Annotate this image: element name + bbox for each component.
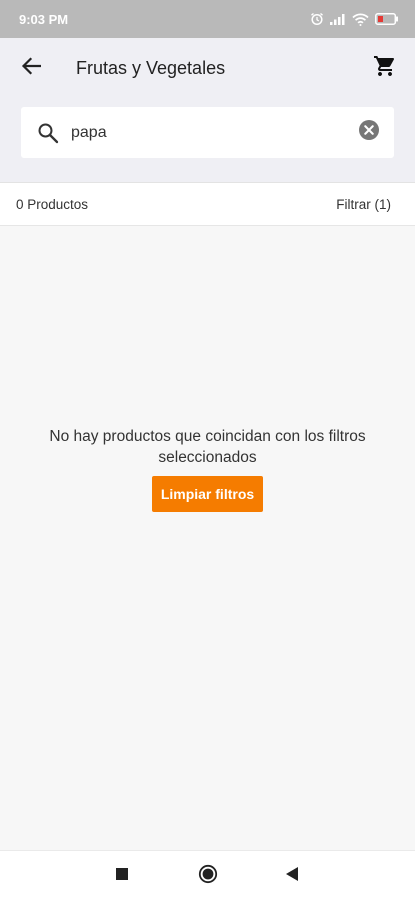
nav-back-button[interactable] xyxy=(267,851,317,900)
results-bar: 0 Productos Filtrar (1) xyxy=(0,182,415,226)
signal-icon xyxy=(330,13,346,25)
recent-apps-icon xyxy=(116,867,128,885)
empty-state: No hay productos que coincidan con los f… xyxy=(0,426,415,512)
search-icon xyxy=(21,107,75,158)
back-arrow-icon xyxy=(21,56,42,80)
search-box xyxy=(21,107,394,158)
status-bar: 9:03 PM xyxy=(0,0,415,38)
clear-filters-button[interactable]: Limpiar filtros xyxy=(151,476,264,512)
app-bar: Frutas y Vegetales xyxy=(0,38,415,98)
empty-state-message: No hay productos que coincidan con los f… xyxy=(49,428,366,466)
status-time: 9:03 PM xyxy=(19,11,69,27)
page-title: Frutas y Vegetales xyxy=(76,57,226,78)
back-triangle-icon xyxy=(286,866,298,886)
home-icon xyxy=(198,864,218,889)
battery-icon xyxy=(375,13,399,25)
clear-search-button[interactable] xyxy=(344,107,394,158)
home-button[interactable] xyxy=(183,851,233,900)
recent-apps-button[interactable] xyxy=(97,851,147,900)
wifi-icon xyxy=(352,13,369,26)
status-icons xyxy=(310,12,399,26)
cart-icon xyxy=(373,54,397,83)
cart-button[interactable] xyxy=(355,38,415,98)
back-button[interactable] xyxy=(0,38,62,98)
system-nav-bar xyxy=(0,850,415,900)
filter-button[interactable]: Filtrar (1) xyxy=(336,197,391,212)
alarm-icon xyxy=(310,12,324,26)
clear-icon xyxy=(358,119,380,146)
search-input[interactable] xyxy=(71,112,344,153)
product-count: 0 Productos xyxy=(16,196,89,212)
search-area xyxy=(0,98,415,182)
